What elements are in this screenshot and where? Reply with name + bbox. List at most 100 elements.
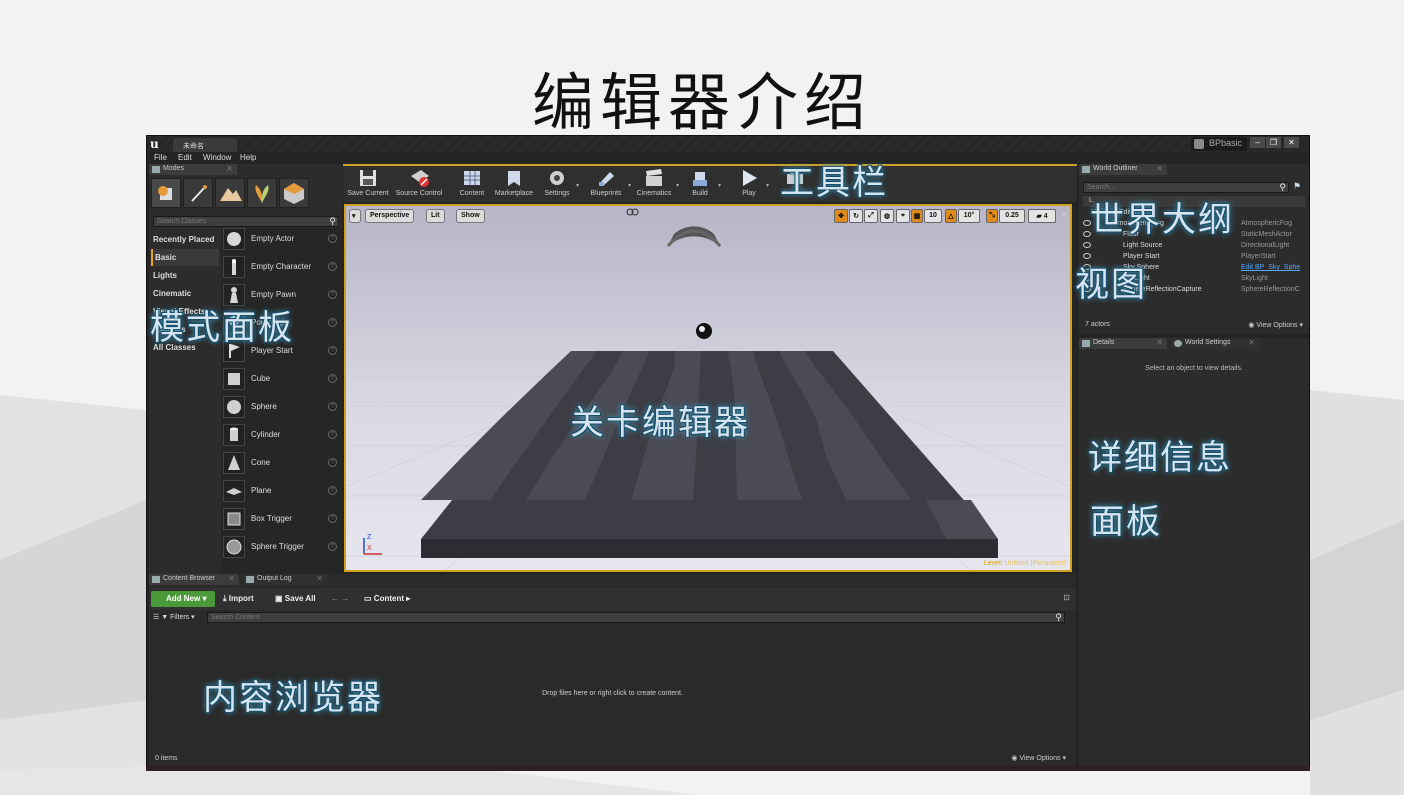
- menu-file[interactable]: File: [154, 153, 167, 162]
- save-all-button[interactable]: ▣ Save All: [275, 591, 316, 607]
- content-browser-tab[interactable]: Content Browser ✕: [149, 574, 239, 585]
- maximize-viewport-icon[interactable]: ▫: [1059, 209, 1069, 223]
- help-icon[interactable]: ?: [328, 542, 337, 551]
- help-icon[interactable]: ?: [328, 514, 337, 523]
- surface-snap-icon[interactable]: ⌖: [896, 209, 910, 223]
- help-icon[interactable]: ?: [328, 262, 337, 271]
- view-options-button[interactable]: ◉ View Options ▾: [1248, 321, 1303, 329]
- list-item[interactable]: Box Trigger ?: [223, 506, 339, 533]
- annotation-outliner-1: 世界大纲: [1090, 200, 1234, 240]
- history-nav[interactable]: ← →: [331, 591, 349, 607]
- menu-help[interactable]: Help: [240, 153, 256, 162]
- perspective-button[interactable]: Perspective: [365, 209, 415, 223]
- help-icon[interactable]: ?: [328, 486, 337, 495]
- scale-snap-value[interactable]: 0.25: [999, 209, 1025, 223]
- help-icon[interactable]: ?: [328, 290, 337, 299]
- chevron-down-icon[interactable]: ▾: [718, 182, 721, 189]
- output-log-tab[interactable]: Output Log ✕: [243, 574, 327, 585]
- add-filter-icon[interactable]: ⚑: [1293, 181, 1301, 192]
- close-icon[interactable]: ✕: [226, 164, 233, 173]
- scale-snap-icon[interactable]: ⤡: [986, 209, 998, 223]
- landscape-mode-icon[interactable]: [215, 178, 245, 208]
- close-icon[interactable]: ✕: [316, 574, 323, 583]
- list-item[interactable]: Cylinder ?: [223, 422, 339, 449]
- help-icon[interactable]: ?: [328, 346, 337, 355]
- maximize-button[interactable]: ❐: [1266, 137, 1281, 148]
- edit-blueprint-link[interactable]: Edit BP_Sky_Sphe: [1241, 264, 1300, 271]
- world-settings-tab[interactable]: World Settings ✕: [1171, 338, 1259, 349]
- list-item[interactable]: Empty Actor ?: [223, 226, 339, 253]
- grid-snap-icon[interactable]: ▦: [911, 209, 923, 223]
- close-icon[interactable]: ✕: [1156, 164, 1163, 173]
- document-tab[interactable]: 未命名: [173, 138, 237, 152]
- back-arrow-icon[interactable]: ←: [331, 594, 339, 603]
- list-item[interactable]: Sphere Trigger ?: [223, 534, 339, 561]
- world-outliner-tab[interactable]: World Outliner ✕: [1079, 164, 1167, 175]
- build-button[interactable]: Build ▾: [685, 168, 721, 202]
- grid-snap-value[interactable]: 10: [924, 209, 942, 223]
- close-icon[interactable]: ✕: [1248, 338, 1255, 347]
- help-icon[interactable]: ?: [328, 374, 337, 383]
- details-tab[interactable]: Details ✕: [1079, 338, 1167, 349]
- import-button[interactable]: ⤓ Import: [223, 591, 254, 607]
- chevron-down-icon[interactable]: ▾: [676, 182, 679, 189]
- category-lights[interactable]: Lights: [151, 267, 219, 284]
- source-control-button[interactable]: Source Control: [393, 168, 445, 202]
- list-item[interactable]: Sphere ?: [223, 394, 339, 421]
- rotate-tool-icon[interactable]: ↻: [849, 209, 863, 223]
- chevron-down-icon[interactable]: ▾: [576, 182, 579, 189]
- help-icon[interactable]: ?: [328, 458, 337, 467]
- help-icon[interactable]: ?: [328, 234, 337, 243]
- category-basic[interactable]: Basic: [151, 249, 219, 266]
- geometry-mode-icon[interactable]: [279, 178, 309, 208]
- cinematics-button[interactable]: Cinematics ▾: [635, 168, 679, 202]
- play-button[interactable]: Play ▾: [735, 168, 769, 202]
- close-icon[interactable]: ✕: [1156, 338, 1163, 347]
- chevron-down-icon[interactable]: ▾: [766, 182, 769, 189]
- help-icon[interactable]: ?: [328, 318, 337, 327]
- paint-mode-icon[interactable]: [183, 178, 213, 208]
- menu-window[interactable]: Window: [203, 153, 231, 162]
- save-current-button[interactable]: Save Current: [345, 168, 391, 202]
- rotation-snap-icon[interactable]: △: [945, 209, 957, 223]
- close-icon[interactable]: ✕: [228, 574, 235, 583]
- settings-button[interactable]: Settings ▾: [541, 168, 579, 202]
- list-item[interactable]: Cube ?: [223, 366, 339, 393]
- help-icon[interactable]: ?: [328, 430, 337, 439]
- foliage-mode-icon[interactable]: [247, 178, 277, 208]
- content-button[interactable]: Content: [457, 168, 487, 202]
- path-breadcrumb[interactable]: ▭ Content ▸: [364, 591, 410, 607]
- menu-edit[interactable]: Edit: [178, 153, 192, 162]
- lit-button[interactable]: Lit: [426, 209, 445, 223]
- content-search-input[interactable]: Search Content ⚲: [207, 612, 1065, 623]
- viewport-menu-button[interactable]: ▾: [349, 209, 361, 223]
- list-item[interactable]: Empty Character ?: [223, 254, 339, 281]
- scale-tool-icon[interactable]: ⤢: [864, 209, 878, 223]
- blueprints-button[interactable]: Blueprints ▾: [587, 168, 631, 202]
- list-item[interactable]: Cone ?: [223, 450, 339, 477]
- translate-tool-icon[interactable]: ✥: [834, 209, 848, 223]
- minimize-button[interactable]: –: [1250, 137, 1265, 148]
- world-space-icon[interactable]: ◍: [880, 209, 894, 223]
- rotation-snap-value[interactable]: 10°: [958, 209, 980, 223]
- filters-button[interactable]: ☰ ▼ Filters ▾: [153, 613, 195, 621]
- level-viewport[interactable]: ▾ Perspective Lit Show ✥ ↻ ⤢ ◍ ⌖ ▦ 10 △ …: [344, 204, 1072, 572]
- lock-icon[interactable]: ⊡: [1063, 593, 1070, 602]
- list-item[interactable]: Light Source DirectionalLight: [1083, 241, 1305, 252]
- show-button[interactable]: Show: [456, 209, 485, 223]
- view-options-button[interactable]: ◉ View Options ▾: [1011, 754, 1066, 762]
- marketplace-button[interactable]: Marketplace: [493, 168, 535, 202]
- help-icon[interactable]: ?: [328, 402, 337, 411]
- save-icon: [358, 168, 378, 188]
- list-item[interactable]: Plane ?: [223, 478, 339, 505]
- close-button[interactable]: ✕: [1284, 137, 1299, 148]
- category-recently-placed[interactable]: Recently Placed: [151, 231, 219, 248]
- place-mode-icon[interactable]: [151, 178, 181, 208]
- add-new-button[interactable]: Add New ▾: [151, 591, 215, 607]
- chevron-down-icon[interactable]: ▾: [628, 182, 631, 189]
- eye-icon[interactable]: [1083, 242, 1091, 248]
- forward-arrow-icon[interactable]: →: [341, 594, 349, 603]
- project-badge[interactable]: BPbasic: [1191, 137, 1247, 151]
- camera-speed-button[interactable]: ▰ 4: [1028, 209, 1056, 223]
- modes-tab[interactable]: Modes ✕: [149, 164, 237, 175]
